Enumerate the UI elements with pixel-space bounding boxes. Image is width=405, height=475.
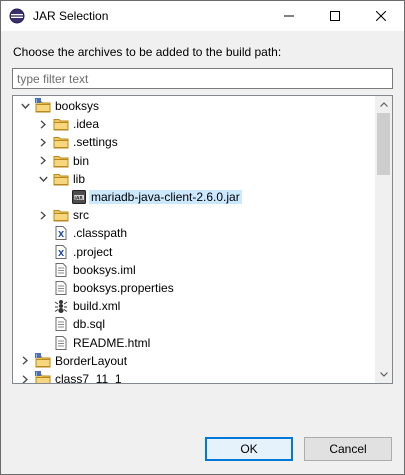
tree-item[interactable]: X .classpath [13, 224, 375, 242]
tree-item[interactable]: .settings [13, 133, 375, 151]
folder-icon [53, 153, 69, 169]
project-folder-icon: J [35, 371, 51, 383]
window-title: JAR Selection [33, 9, 109, 23]
maximize-icon [330, 11, 340, 21]
tree-vertical-scrollbar[interactable] [375, 96, 392, 383]
text-file-icon [53, 262, 69, 278]
minimize-icon [284, 15, 294, 17]
tree-item-label: booksys.properties [73, 281, 174, 295]
tree-item[interactable]: Jbooksys [13, 97, 375, 115]
ok-button[interactable]: OK [205, 437, 293, 461]
tree-item-label: src [73, 208, 89, 223]
tree-item[interactable]: lib [13, 170, 375, 188]
scroll-down-arrow-icon[interactable] [375, 366, 392, 383]
chevron-right-icon[interactable] [37, 116, 49, 132]
tree-item-label: lib [73, 171, 86, 186]
project-folder-icon: J [35, 352, 51, 369]
tree-item-label: .idea [73, 117, 100, 132]
project-folder-icon: J [35, 98, 51, 114]
eclipse-app-icon [9, 8, 25, 24]
tree-item-label: README.html [73, 335, 151, 350]
tree-item[interactable]: bin [13, 152, 375, 170]
ant-build-icon [53, 298, 69, 314]
title-bar: JAR Selection [1, 1, 404, 31]
text-file-icon [53, 280, 69, 296]
tree-item-label: class7_11_1 [55, 372, 122, 384]
cancel-button[interactable]: Cancel [304, 437, 392, 461]
text-file-icon [53, 335, 69, 351]
filter-input[interactable] [13, 69, 387, 88]
tree-item-label: .project [73, 244, 113, 259]
tree-item[interactable]: .idea [13, 115, 375, 133]
tree-item[interactable]: src [13, 206, 375, 224]
svg-text:J: J [35, 371, 37, 377]
chevron-right-icon[interactable] [37, 134, 49, 150]
tree-item[interactable]: J BorderLayout [13, 352, 375, 370]
tree-item-label: mariadb-java-client-2.6.0.jar [89, 190, 242, 204]
tree-item[interactable]: Jclass7_11_1 [13, 370, 375, 384]
svg-text:JAR: JAR [73, 195, 83, 201]
tree-item-label: booksys [55, 99, 100, 113]
tree-item[interactable]: booksys.properties [13, 279, 375, 297]
tree-item-label: build.xml [73, 299, 121, 314]
svg-text:X: X [58, 230, 65, 239]
filter-field[interactable] [12, 68, 393, 89]
chevron-right-icon[interactable] [37, 207, 49, 223]
svg-text:J: J [35, 98, 37, 104]
tree-item[interactable]: X .project [13, 243, 375, 261]
tree-item[interactable]: JAR mariadb-java-client-2.6.0.jar [13, 188, 375, 206]
tree-item-label: db.sql [73, 317, 106, 332]
tree-item[interactable]: build.xml [13, 297, 375, 315]
archive-tree[interactable]: Jbooksys .idea .settings bin lib JAR mariadb-j… [12, 95, 393, 384]
tree-item-label: .settings [73, 135, 118, 150]
tree-item[interactable]: README.html [13, 334, 375, 352]
tree-item[interactable]: booksys.iml [13, 261, 375, 279]
minimize-button[interactable] [266, 1, 312, 31]
close-button[interactable] [358, 1, 404, 31]
svg-text:J: J [35, 353, 37, 359]
close-icon [376, 11, 386, 21]
tree-item-label: bin [73, 153, 90, 168]
instruction-label: Choose the archives to be added to the b… [13, 45, 282, 59]
chevron-down-icon[interactable] [19, 98, 31, 114]
jar-icon: JAR [71, 189, 87, 205]
xml-file-icon: X [53, 244, 69, 260]
tree-item[interactable]: db.sql [13, 315, 375, 333]
tree-item-label: .classpath [73, 226, 128, 241]
folder-icon [53, 134, 69, 150]
text-file-icon [53, 316, 69, 332]
chevron-down-icon[interactable] [37, 171, 49, 187]
tree-item-label: BorderLayout [55, 353, 128, 368]
jar-selection-dialog: JAR Selection Choose the archives to be … [0, 0, 405, 475]
xml-file-icon: X [53, 225, 69, 241]
svg-text:X: X [58, 249, 65, 258]
scroll-up-arrow-icon[interactable] [375, 96, 392, 113]
tree-item-label: booksys.iml [73, 262, 136, 277]
folder-icon [53, 171, 69, 187]
scrollbar-thumb[interactable] [377, 113, 390, 175]
chevron-right-icon[interactable] [19, 353, 31, 369]
folder-icon [53, 207, 69, 223]
maximize-button[interactable] [312, 1, 358, 31]
folder-icon [53, 116, 69, 132]
chevron-right-icon[interactable] [19, 371, 31, 383]
chevron-right-icon[interactable] [37, 153, 49, 169]
